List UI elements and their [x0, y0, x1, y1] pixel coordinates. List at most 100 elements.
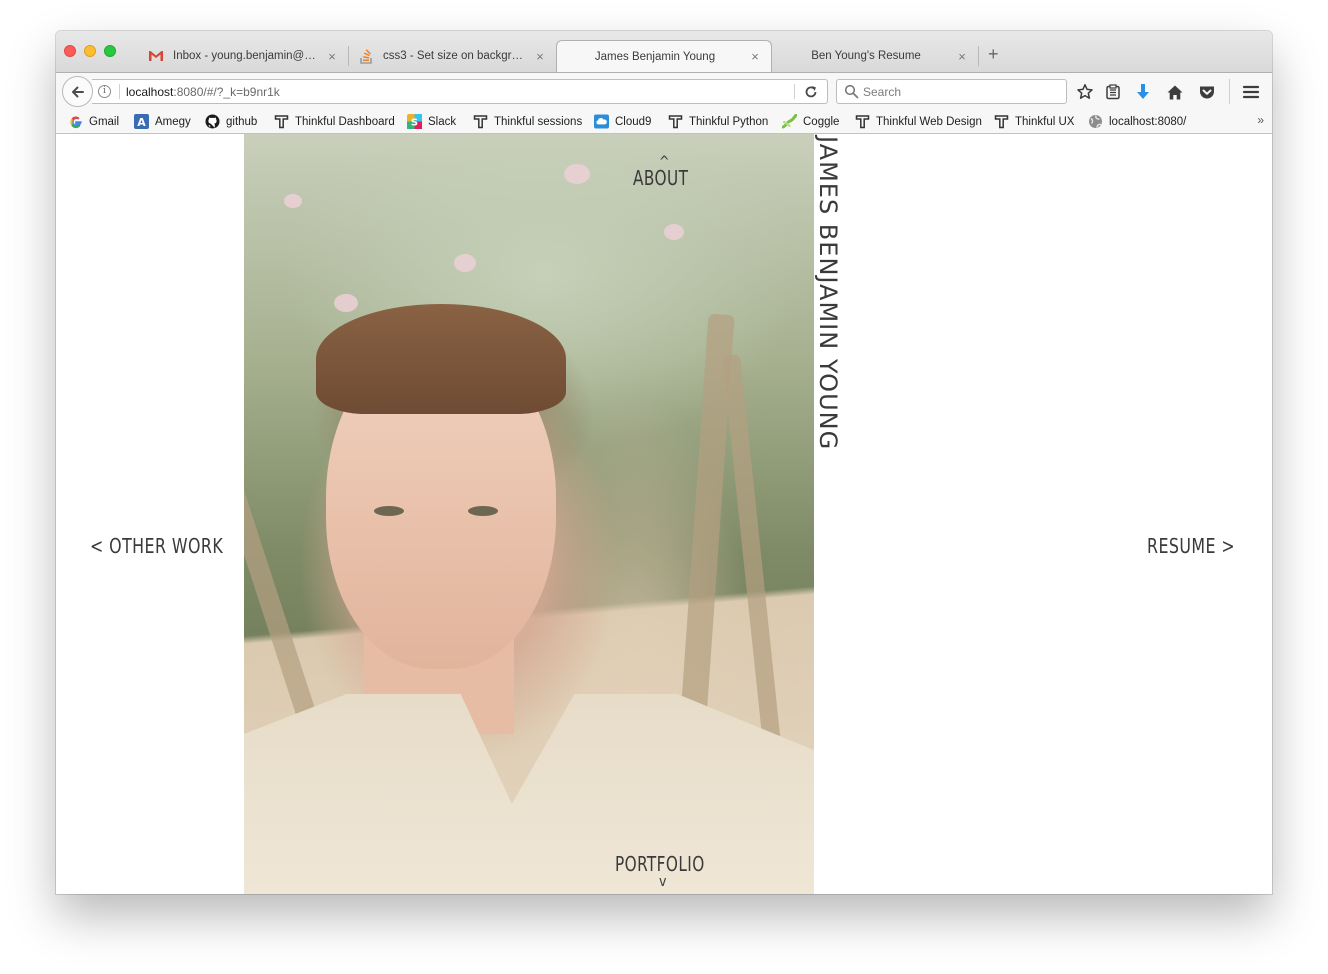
bookmark-label: Thinkful UX: [1015, 115, 1075, 128]
pocket-icon[interactable]: [1197, 82, 1217, 102]
thinkful-icon: [274, 114, 289, 129]
bookmark-amegy[interactable]: A Amegy: [134, 113, 191, 130]
google-icon: [68, 114, 83, 129]
tab-stackoverflow[interactable]: css3 - Set size on backgrou… ×: [348, 40, 557, 72]
tree-trunk: [244, 438, 320, 730]
nav-resume-link[interactable]: RESUME >: [1147, 534, 1235, 558]
bookmark-github[interactable]: github: [205, 113, 257, 130]
bookmark-label: Gmail: [89, 115, 120, 128]
info-icon[interactable]: i: [98, 85, 111, 98]
bookmark-gmail[interactable]: Gmail: [68, 113, 119, 130]
thinkful-icon: [994, 114, 1009, 129]
bookmark-thinkful-dashboard[interactable]: Thinkful Dashboard: [274, 113, 395, 130]
blossom: [284, 194, 302, 208]
thinkful-icon: [473, 114, 488, 129]
tab-title: James Benjamin Young: [594, 50, 716, 63]
github-icon: [205, 114, 220, 129]
bookmark-label: Amegy: [155, 115, 191, 128]
bookmark-label: github: [226, 115, 258, 128]
bookmark-thinkful-python[interactable]: Thinkful Python: [668, 113, 768, 130]
new-tab-button[interactable]: +: [988, 45, 999, 63]
eye: [374, 506, 404, 516]
close-tab-icon[interactable]: ×: [534, 49, 546, 64]
nav-portfolio-link[interactable]: PORTFOLIO: [615, 852, 705, 876]
blossom: [454, 254, 476, 272]
browser-window: Inbox - young.benjamin@g… × css3 - Set s…: [56, 31, 1272, 894]
blossom: [334, 294, 358, 312]
blossom: [564, 164, 590, 184]
bookmarks-toolbar: Gmail A Amegy github Thinkful Dashboard …: [56, 109, 1272, 134]
close-tab-icon[interactable]: ×: [326, 49, 338, 64]
close-window-button[interactable]: [64, 45, 76, 57]
reload-divider: [794, 84, 795, 99]
eye: [468, 506, 498, 516]
bookmark-thinkful-web-design[interactable]: Thinkful Web Design: [855, 113, 982, 130]
tab-title: css3 - Set size on backgrou…: [383, 50, 528, 62]
navigation-toolbar: i localhost:8080/#/?_k=b9nr1k: [56, 72, 1272, 109]
shirt: [244, 694, 814, 894]
search-icon: [844, 84, 859, 104]
bookmark-label: localhost:8080/: [1109, 115, 1187, 128]
bookmark-localhost[interactable]: localhost:8080/: [1088, 113, 1186, 130]
gmail-icon: [148, 48, 164, 64]
close-tab-icon[interactable]: ×: [956, 49, 968, 64]
cloud9-icon: [594, 114, 609, 129]
back-arrow-icon: [71, 86, 84, 97]
svg-text:A: A: [137, 116, 146, 129]
minimize-window-button[interactable]: [84, 45, 96, 57]
tab-title: Inbox - young.benjamin@g…: [173, 50, 320, 62]
nav-other-work-link[interactable]: < OTHER WORK: [90, 534, 223, 558]
profile-photo: [244, 134, 814, 894]
search-input[interactable]: [863, 83, 1059, 101]
thinkful-icon: [668, 114, 683, 129]
tab-inbox[interactable]: Inbox - young.benjamin@g… ×: [138, 40, 349, 72]
zoom-window-button[interactable]: [104, 45, 116, 57]
bookmark-label: Thinkful Python: [689, 115, 769, 128]
tree-trunk: [722, 354, 784, 774]
address-bar[interactable]: i localhost:8080/#/?_k=b9nr1k: [92, 79, 828, 104]
tab-title: Ben Young's Resume: [811, 50, 921, 62]
tab-resume[interactable]: Ben Young's Resume ×: [772, 40, 979, 72]
globe-icon: [1088, 114, 1103, 129]
home-icon[interactable]: [1165, 82, 1185, 102]
bookmark-thinkful-ux[interactable]: Thinkful UX: [994, 113, 1074, 130]
bookmarks-overflow-button[interactable]: »: [1257, 113, 1264, 127]
nav-about-link[interactable]: ABOUT: [633, 166, 688, 190]
bookmark-coggle[interactable]: Coggle: [782, 113, 839, 130]
bookmark-label: Thinkful Dashboard: [295, 115, 395, 128]
address-url[interactable]: localhost:8080/#/?_k=b9nr1k: [126, 85, 280, 99]
hamburger-menu-icon[interactable]: [1241, 82, 1261, 102]
svg-text:S: S: [411, 118, 418, 129]
bookmark-label: Thinkful Web Design: [876, 115, 982, 128]
stackoverflow-icon: [358, 48, 374, 64]
portfolio-caret-icon[interactable]: v: [659, 874, 667, 890]
blossom: [664, 224, 684, 240]
bookmark-star-icon[interactable]: [1075, 82, 1095, 102]
site-name-vertical: JAMES BENJAMIN YOUNG: [814, 136, 842, 451]
address-divider: [119, 84, 120, 99]
bookmark-label: Slack: [428, 115, 457, 128]
tab-strip: Inbox - young.benjamin@g… × css3 - Set s…: [56, 31, 1272, 72]
search-bar[interactable]: [836, 79, 1067, 104]
download-icon[interactable]: [1133, 82, 1153, 102]
bookmark-label: Coggle: [803, 115, 840, 128]
reload-icon[interactable]: [803, 84, 819, 100]
back-button[interactable]: [62, 76, 93, 107]
page-content: ^ ABOUT PORTFOLIO v < OTHER WORK RESUME …: [56, 134, 1272, 894]
url-path: :8080/#/?_k=b9nr1k: [173, 85, 280, 99]
bookmark-label: Thinkful sessions: [494, 115, 583, 128]
bookmark-slack[interactable]: S Slack: [407, 113, 456, 130]
bookmark-thinkful-sessions[interactable]: Thinkful sessions: [473, 113, 582, 130]
reading-list-icon[interactable]: [1103, 82, 1123, 102]
amegy-icon: A: [134, 114, 149, 129]
slack-icon: S: [407, 114, 422, 129]
bookmark-label: Cloud9: [615, 115, 652, 128]
coggle-icon: [782, 114, 797, 129]
bookmark-cloud9[interactable]: Cloud9: [594, 113, 651, 130]
toolbar-separator: [1229, 79, 1230, 104]
hair: [316, 304, 566, 414]
tab-james-benjamin-young[interactable]: James Benjamin Young ×: [556, 40, 772, 72]
close-tab-icon[interactable]: ×: [749, 49, 761, 64]
thinkful-icon: [855, 114, 870, 129]
url-host: localhost: [126, 85, 174, 99]
